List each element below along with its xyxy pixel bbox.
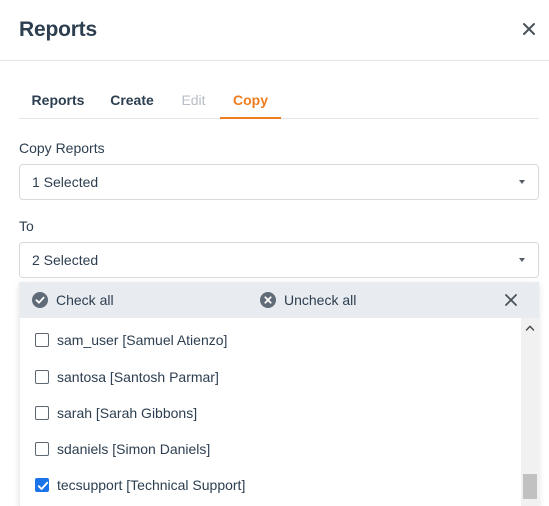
x-circle-icon (260, 292, 276, 308)
tab-bar: Reports Create Edit Copy (19, 82, 539, 119)
checkbox[interactable] (35, 333, 49, 347)
caret-down-icon (519, 180, 525, 184)
scrollbar-thumb[interactable] (523, 474, 537, 499)
list-item-label: santosa [Santosh Parmar] (57, 369, 219, 385)
panel-header: Reports (0, 0, 549, 61)
tab-create[interactable]: Create (97, 82, 167, 118)
close-icon[interactable] (504, 293, 518, 307)
reports-panel: Reports Reports Create Edit Copy Copy Re… (0, 0, 549, 506)
tab-copy[interactable]: Copy (220, 82, 281, 119)
list-item[interactable]: tecsupport [Technical Support] (20, 467, 520, 503)
caret-down-icon (519, 258, 525, 262)
page-title: Reports (19, 18, 97, 41)
check-icon (37, 481, 49, 490)
list-item[interactable]: sarah [Sarah Gibbons] (20, 395, 520, 431)
tab-edit: Edit (181, 92, 206, 108)
copy-reports-label: Copy Reports (19, 140, 105, 156)
scrollbar[interactable] (521, 318, 539, 506)
list-item-label: sam_user [Samuel Atienzo] (57, 332, 228, 348)
checkbox[interactable] (35, 442, 49, 456)
chevron-up-icon[interactable] (525, 324, 535, 332)
list-item[interactable]: sdaniels [Simon Daniels] (20, 431, 520, 467)
to-value: 2 Selected (32, 252, 99, 268)
copy-reports-select[interactable]: 1 Selected (19, 164, 539, 200)
list-item[interactable]: santosa [Santosh Parmar] (20, 359, 520, 395)
check-all-button[interactable]: Check all (32, 282, 114, 318)
checkbox-checked[interactable] (35, 478, 49, 492)
to-dropdown-menu: Check all Uncheck all sam_user [Samuel A… (19, 282, 539, 506)
list-item[interactable]: sam_user [Samuel Atienzo] (20, 322, 520, 358)
tab-reports[interactable]: Reports (19, 82, 97, 118)
dropdown-actions-bar: Check all Uncheck all (20, 282, 539, 318)
close-icon[interactable] (520, 20, 538, 38)
uncheck-all-button[interactable]: Uncheck all (260, 282, 356, 318)
copy-reports-value: 1 Selected (32, 174, 99, 190)
list-item-label: tecsupport [Technical Support] (57, 477, 246, 493)
check-circle-icon (32, 292, 48, 308)
checkbox[interactable] (35, 406, 49, 420)
to-label: To (19, 218, 34, 234)
list-item-label: sarah [Sarah Gibbons] (57, 405, 198, 421)
list-item-label: sdaniels [Simon Daniels] (57, 441, 211, 457)
checkbox[interactable] (35, 370, 49, 384)
to-select[interactable]: 2 Selected (19, 242, 539, 278)
options-list: sam_user [Samuel Atienzo] santosa [Santo… (20, 318, 520, 506)
